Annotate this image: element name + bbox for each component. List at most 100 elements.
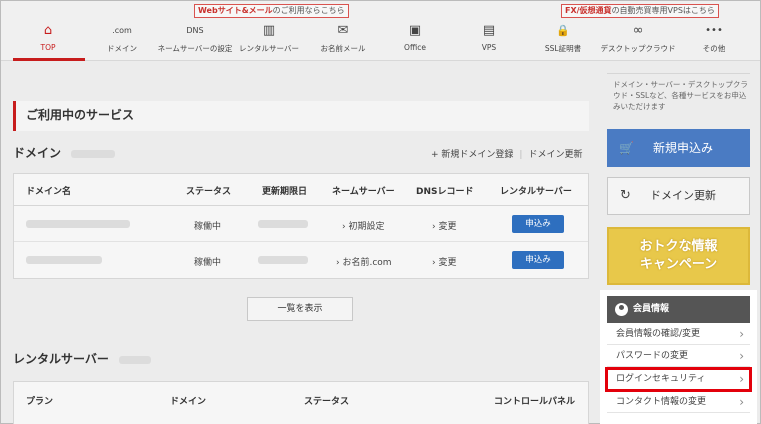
nav-top[interactable]: ⌂ TOP [23, 23, 73, 61]
col-dns: DNSレコード [416, 187, 474, 197]
domain-actions: + 新規ドメイン登録 | ドメイン更新 [431, 147, 582, 160]
redacted-domain[interactable] [26, 220, 130, 228]
nav-onamae-mail[interactable]: ✉ お名前メール [317, 23, 369, 61]
nav-other[interactable]: ••• その他 [697, 23, 731, 61]
chevron-right-icon: › [739, 372, 744, 386]
promo-right-bold: FX/仮想通貨 [565, 6, 612, 15]
member-info-panel: 会員情報 会員情報の確認/変更 › パスワードの変更 › ログインセキュリティ › コ… [600, 290, 757, 424]
nav-domain[interactable]: .com ドメイン [99, 23, 145, 61]
server-icon: ▥ [262, 23, 276, 38]
more-icon: ••• [705, 25, 723, 36]
status-text: 稼働中 [194, 222, 222, 232]
col-rental-server: レンタルサーバー [500, 187, 572, 197]
col-control-panel: コントロールパネル [494, 397, 576, 407]
dns-change-link[interactable]: › 変更 [432, 219, 456, 232]
col-status: ステータス [304, 397, 350, 407]
redacted-count [71, 149, 116, 158]
apply-button[interactable]: 申込み [512, 251, 564, 269]
home-icon: ⌂ [43, 23, 53, 38]
refresh-icon: ↻ [620, 188, 631, 203]
top-navigation: Webサイト&メールのご利用ならこちら FX/仮想通貨の自動売買専用VPSはこち… [1, 1, 760, 61]
menu-label: ログインセキュリティ [616, 374, 706, 384]
campaign-banner[interactable]: おトクな情報 キャンペーン [607, 227, 750, 285]
nav-desktop-cloud[interactable]: ∞ デスクトップクラウド [599, 23, 677, 61]
dns-icon: DNS [186, 26, 204, 35]
nav-ssl[interactable]: 🔒 SSL証明書 [541, 23, 585, 61]
nav-vps[interactable]: ▤ VPS [471, 23, 507, 61]
campaign-line-1: おトクな情報 [639, 239, 718, 254]
promo-left-bold: Webサイト&メール [198, 6, 273, 15]
nav-office[interactable]: ▣ Office [397, 23, 433, 61]
cloud-icon: ∞ [632, 23, 644, 38]
office-icon: ▣ [408, 23, 422, 38]
chevron-right-icon: › [739, 395, 744, 409]
redacted-date [258, 220, 308, 228]
apply-button[interactable]: 申込み [512, 215, 564, 233]
renew-domain-button[interactable]: ↻ ドメイン更新 [607, 177, 750, 215]
nav-label: デスクトップクラウド [600, 44, 676, 53]
rental-heading-text: レンタルサーバー [13, 352, 109, 366]
renew-domain-label: ドメイン更新 [650, 189, 716, 202]
col-nameserver: ネームサーバー [332, 187, 395, 197]
col-domain: ドメイン [170, 397, 207, 407]
rental-server-heading: レンタルサーバー [13, 350, 152, 367]
redacted-domain[interactable] [26, 256, 102, 264]
table-header: プラン ドメイン ステータス コントロールパネル [14, 382, 588, 414]
new-application-button[interactable]: 🛒 新規申込み [607, 129, 750, 167]
user-icon [615, 303, 628, 316]
nameserver-link[interactable]: › 初期設定 [342, 219, 384, 232]
nav-label: お名前メール [320, 44, 366, 53]
vps-icon: ▤ [482, 23, 496, 38]
menu-label: コンタクト情報の変更 [616, 397, 707, 407]
campaign-line-2: キャンペーン [639, 257, 718, 272]
promo-right-text: の自動売買専用VPSはこちら [611, 6, 715, 15]
nav-label: レンタルサーバー [239, 44, 299, 53]
nav-label: SSL証明書 [544, 44, 582, 53]
renew-domain-link[interactable]: ドメイン更新 [528, 150, 582, 160]
dns-change-link[interactable]: › 変更 [432, 255, 456, 268]
contact-info-change-link[interactable]: コンタクト情報の変更 › [607, 392, 750, 413]
col-expiry: 更新期限日 [262, 187, 308, 197]
rental-server-table: プラン ドメイン ステータス コントロールパネル [13, 381, 589, 424]
new-application-label: 新規申込み [653, 141, 714, 155]
nav-label: TOP [40, 43, 56, 52]
table-header: ドメイン名 ステータス 更新期限日 ネームサーバー DNSレコード レンタルサー… [14, 174, 588, 206]
col-status: ステータス [186, 187, 232, 197]
col-domain-name: ドメイン名 [26, 187, 72, 197]
promo-left-text: のご利用ならこちら [272, 6, 345, 15]
login-security-link[interactable]: ログインセキュリティ › [605, 367, 752, 392]
nav-rental-server[interactable]: ▥ レンタルサーバー [237, 23, 301, 61]
sidebar-divider [607, 73, 750, 74]
cart-icon: 🛒 [619, 141, 634, 155]
show-list-button[interactable]: 一覧を表示 [247, 297, 353, 321]
nav-label: その他 [702, 44, 726, 53]
fx-vps-promo-link[interactable]: FX/仮想通貨の自動売買専用VPSはこちら [561, 4, 719, 18]
dotcom-icon: .com [112, 26, 132, 35]
sidebar-note: ドメイン・サーバー・デスクトップクラウド・SSLなど、各種サービスをお申込みいた… [613, 80, 748, 111]
nav-nameserver[interactable]: DNS ネームサーバーの設定 [156, 23, 234, 61]
section-title: ご利用中のサービス [13, 101, 589, 131]
member-info-edit-link[interactable]: 会員情報の確認/変更 › [607, 324, 750, 345]
nav-label: ドメイン [107, 44, 137, 53]
chevron-right-icon: › [739, 349, 744, 363]
member-info-heading: 会員情報 [607, 296, 750, 323]
domain-heading-text: ドメイン [13, 146, 62, 160]
redacted-count [119, 355, 152, 364]
active-tab-indicator [13, 58, 85, 61]
status-text: 稼働中 [194, 258, 222, 268]
domain-table: ドメイン名 ステータス 更新期限日 ネームサーバー DNSレコード レンタルサー… [13, 173, 589, 279]
menu-label: 会員情報の確認/変更 [616, 329, 701, 339]
menu-label: パスワードの変更 [616, 351, 689, 361]
password-change-link[interactable]: パスワードの変更 › [607, 346, 750, 367]
table-row: 稼働中 › 初期設定 › 変更 申込み [14, 206, 588, 242]
nameserver-link[interactable]: › お名前.com [336, 255, 392, 268]
divider: | [519, 150, 523, 160]
redacted-date [258, 256, 308, 264]
webmail-promo-link[interactable]: Webサイト&メールのご利用ならこちら [194, 4, 349, 18]
col-plan: プラン [26, 397, 54, 407]
table-row: 稼働中 › お名前.com › 変更 申込み [14, 242, 588, 278]
nav-label: ネームサーバーの設定 [157, 44, 233, 53]
chevron-right-icon: › [739, 327, 744, 341]
nav-label: Office [404, 43, 426, 52]
add-domain-link[interactable]: + 新規ドメイン登録 [431, 150, 513, 160]
